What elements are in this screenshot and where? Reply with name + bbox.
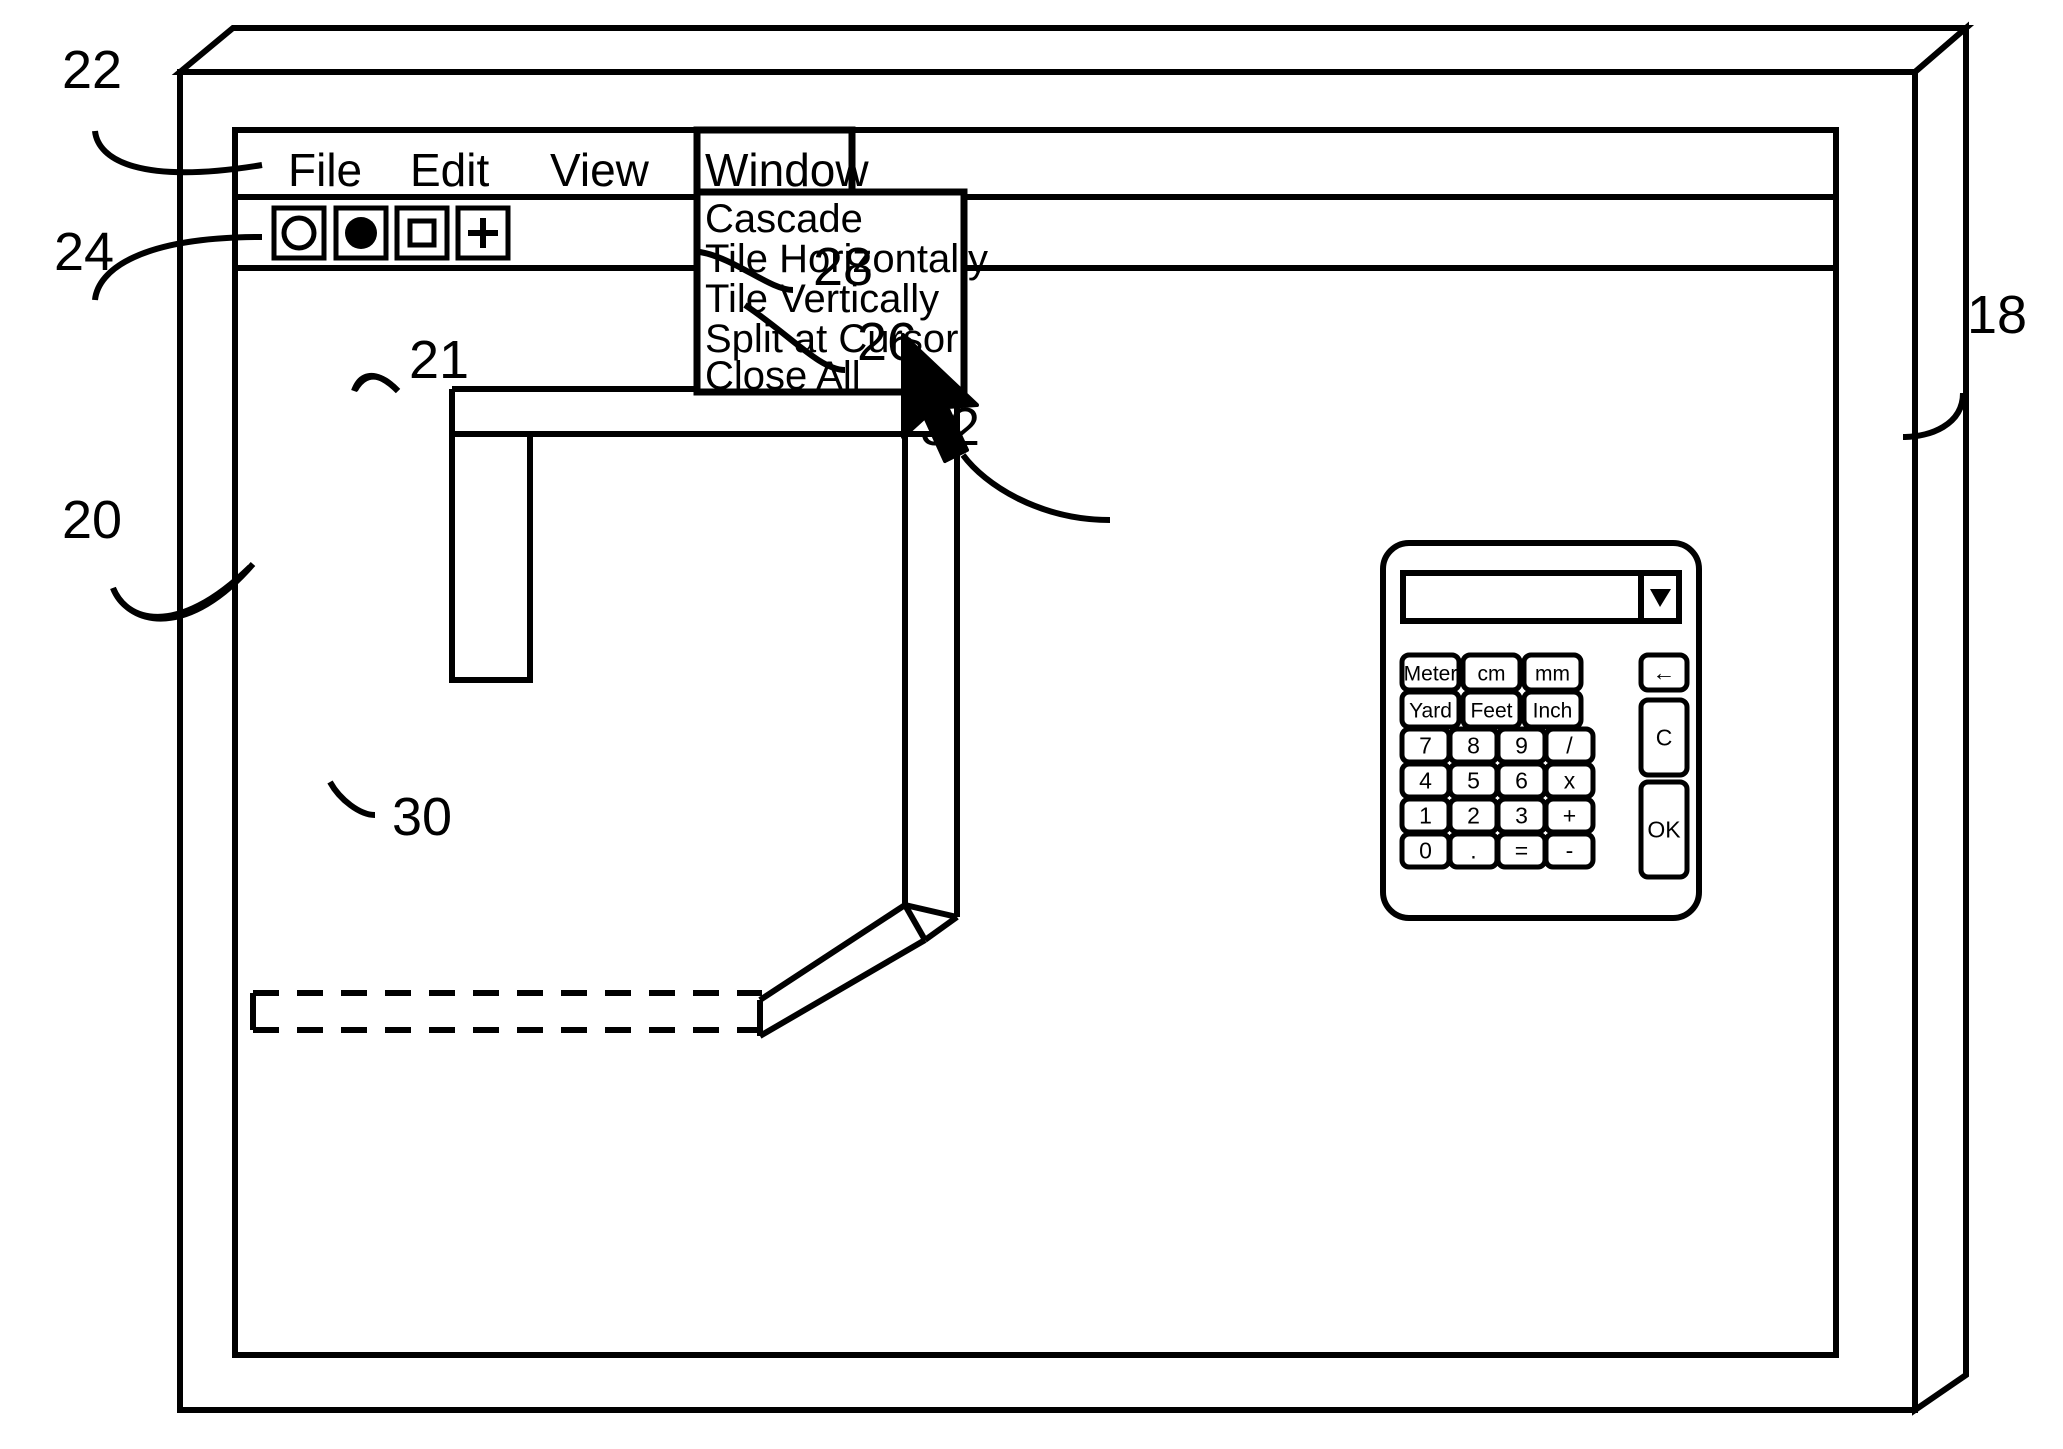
key-1[interactable]: 1 [1399, 796, 1452, 835]
ok-key[interactable]: OK [1638, 779, 1690, 880]
unit-key-cm[interactable]: cm [1460, 652, 1523, 693]
key-3[interactable]: 3 [1495, 796, 1548, 835]
clear-key[interactable]: C [1638, 697, 1690, 778]
window-dropdown-items: Cascade Tile Horizontally Tile Verticall… [705, 197, 988, 398]
key-2-label: 2 [1467, 803, 1480, 829]
backspace-key[interactable]: ← [1638, 652, 1690, 693]
key-multiply-label: x [1564, 768, 1576, 794]
key-5-label: 5 [1467, 768, 1480, 794]
backspace-key-label: ← [1653, 660, 1676, 686]
menu-edit[interactable]: Edit [410, 144, 489, 196]
menu-window[interactable]: Window [705, 144, 869, 196]
key-4[interactable]: 4 [1399, 761, 1452, 800]
key-plus-label: + [1563, 803, 1576, 829]
menu-item-close-all[interactable]: Close All [705, 354, 861, 398]
unit-key-yard-label: Yard [1409, 700, 1452, 723]
key-8[interactable]: 8 [1447, 726, 1500, 765]
key-equals[interactable]: = [1495, 831, 1548, 870]
key-0[interactable]: 0 [1399, 831, 1452, 870]
menu-item-cascade[interactable]: Cascade [705, 197, 863, 241]
menu-file[interactable]: File [288, 144, 362, 196]
key-6[interactable]: 6 [1495, 761, 1548, 800]
unit-key-feet-label: Feet [1470, 700, 1512, 723]
unit-key-mm[interactable]: mm [1521, 652, 1584, 693]
key-8-label: 8 [1467, 733, 1480, 759]
key-3-label: 3 [1515, 803, 1528, 829]
key-7[interactable]: 7 [1399, 726, 1452, 765]
menu-bar-labels: File Edit View Window [288, 144, 869, 196]
key-equals-label: = [1515, 838, 1528, 864]
key-4-label: 4 [1419, 768, 1432, 794]
unit-key-feet[interactable]: Feet [1460, 689, 1523, 730]
key-9[interactable]: 9 [1495, 726, 1548, 765]
key-9-label: 9 [1515, 733, 1528, 759]
key-divide-label: / [1566, 733, 1573, 759]
ref-32: 32 [920, 397, 980, 457]
key-minus-label: - [1566, 838, 1574, 864]
key-plus[interactable]: + [1543, 796, 1596, 835]
menu-view[interactable]: View [550, 144, 650, 196]
key-divide[interactable]: / [1543, 726, 1596, 765]
unit-key-mm-label: mm [1535, 663, 1570, 686]
unit-key-meter[interactable]: Meter [1399, 652, 1462, 693]
ref-28: 28 [813, 237, 873, 297]
unit-key-meter-label: Meter [1404, 663, 1458, 686]
ref-18: 18 [1967, 285, 2027, 345]
key-2[interactable]: 2 [1447, 796, 1500, 835]
ref-30: 30 [392, 787, 452, 847]
unit-key-yard[interactable]: Yard [1399, 689, 1462, 730]
calculator-keys: Meter cm mm Yard Feet Inch 7 8 9 / 4 5 6 x 1 2 3 +0. = - ← C O… [1399, 652, 1690, 880]
patent-figure: File Edit View Window Cascade Tile Horiz… [0, 0, 2063, 1449]
ref-22: 22 [62, 40, 122, 100]
unit-key-cm-label: cm [1478, 663, 1506, 686]
key-5[interactable]: 5 [1447, 761, 1500, 800]
ref-26: 26 [857, 312, 917, 372]
key-decimal-label: . [1470, 838, 1476, 864]
ok-key-label: OK [1647, 817, 1681, 843]
key-7-label: 7 [1419, 733, 1432, 759]
ref-24: 24 [54, 222, 114, 282]
ref-20: 20 [62, 490, 122, 550]
key-0-label: 0 [1419, 838, 1432, 864]
unit-key-inch-label: Inch [1533, 700, 1573, 723]
unit-key-inch[interactable]: Inch [1521, 689, 1584, 730]
clear-key-label: C [1656, 725, 1673, 751]
ref-21: 21 [409, 330, 469, 390]
key-6-label: 6 [1515, 768, 1528, 794]
key-decimal[interactable]: . [1447, 831, 1500, 870]
key-multiply[interactable]: x [1543, 761, 1596, 800]
key-1-label: 1 [1419, 803, 1432, 829]
figure-text-layer: File Edit View Window Cascade Tile Horiz… [54, 40, 2027, 880]
key-minus[interactable]: - [1543, 831, 1596, 870]
